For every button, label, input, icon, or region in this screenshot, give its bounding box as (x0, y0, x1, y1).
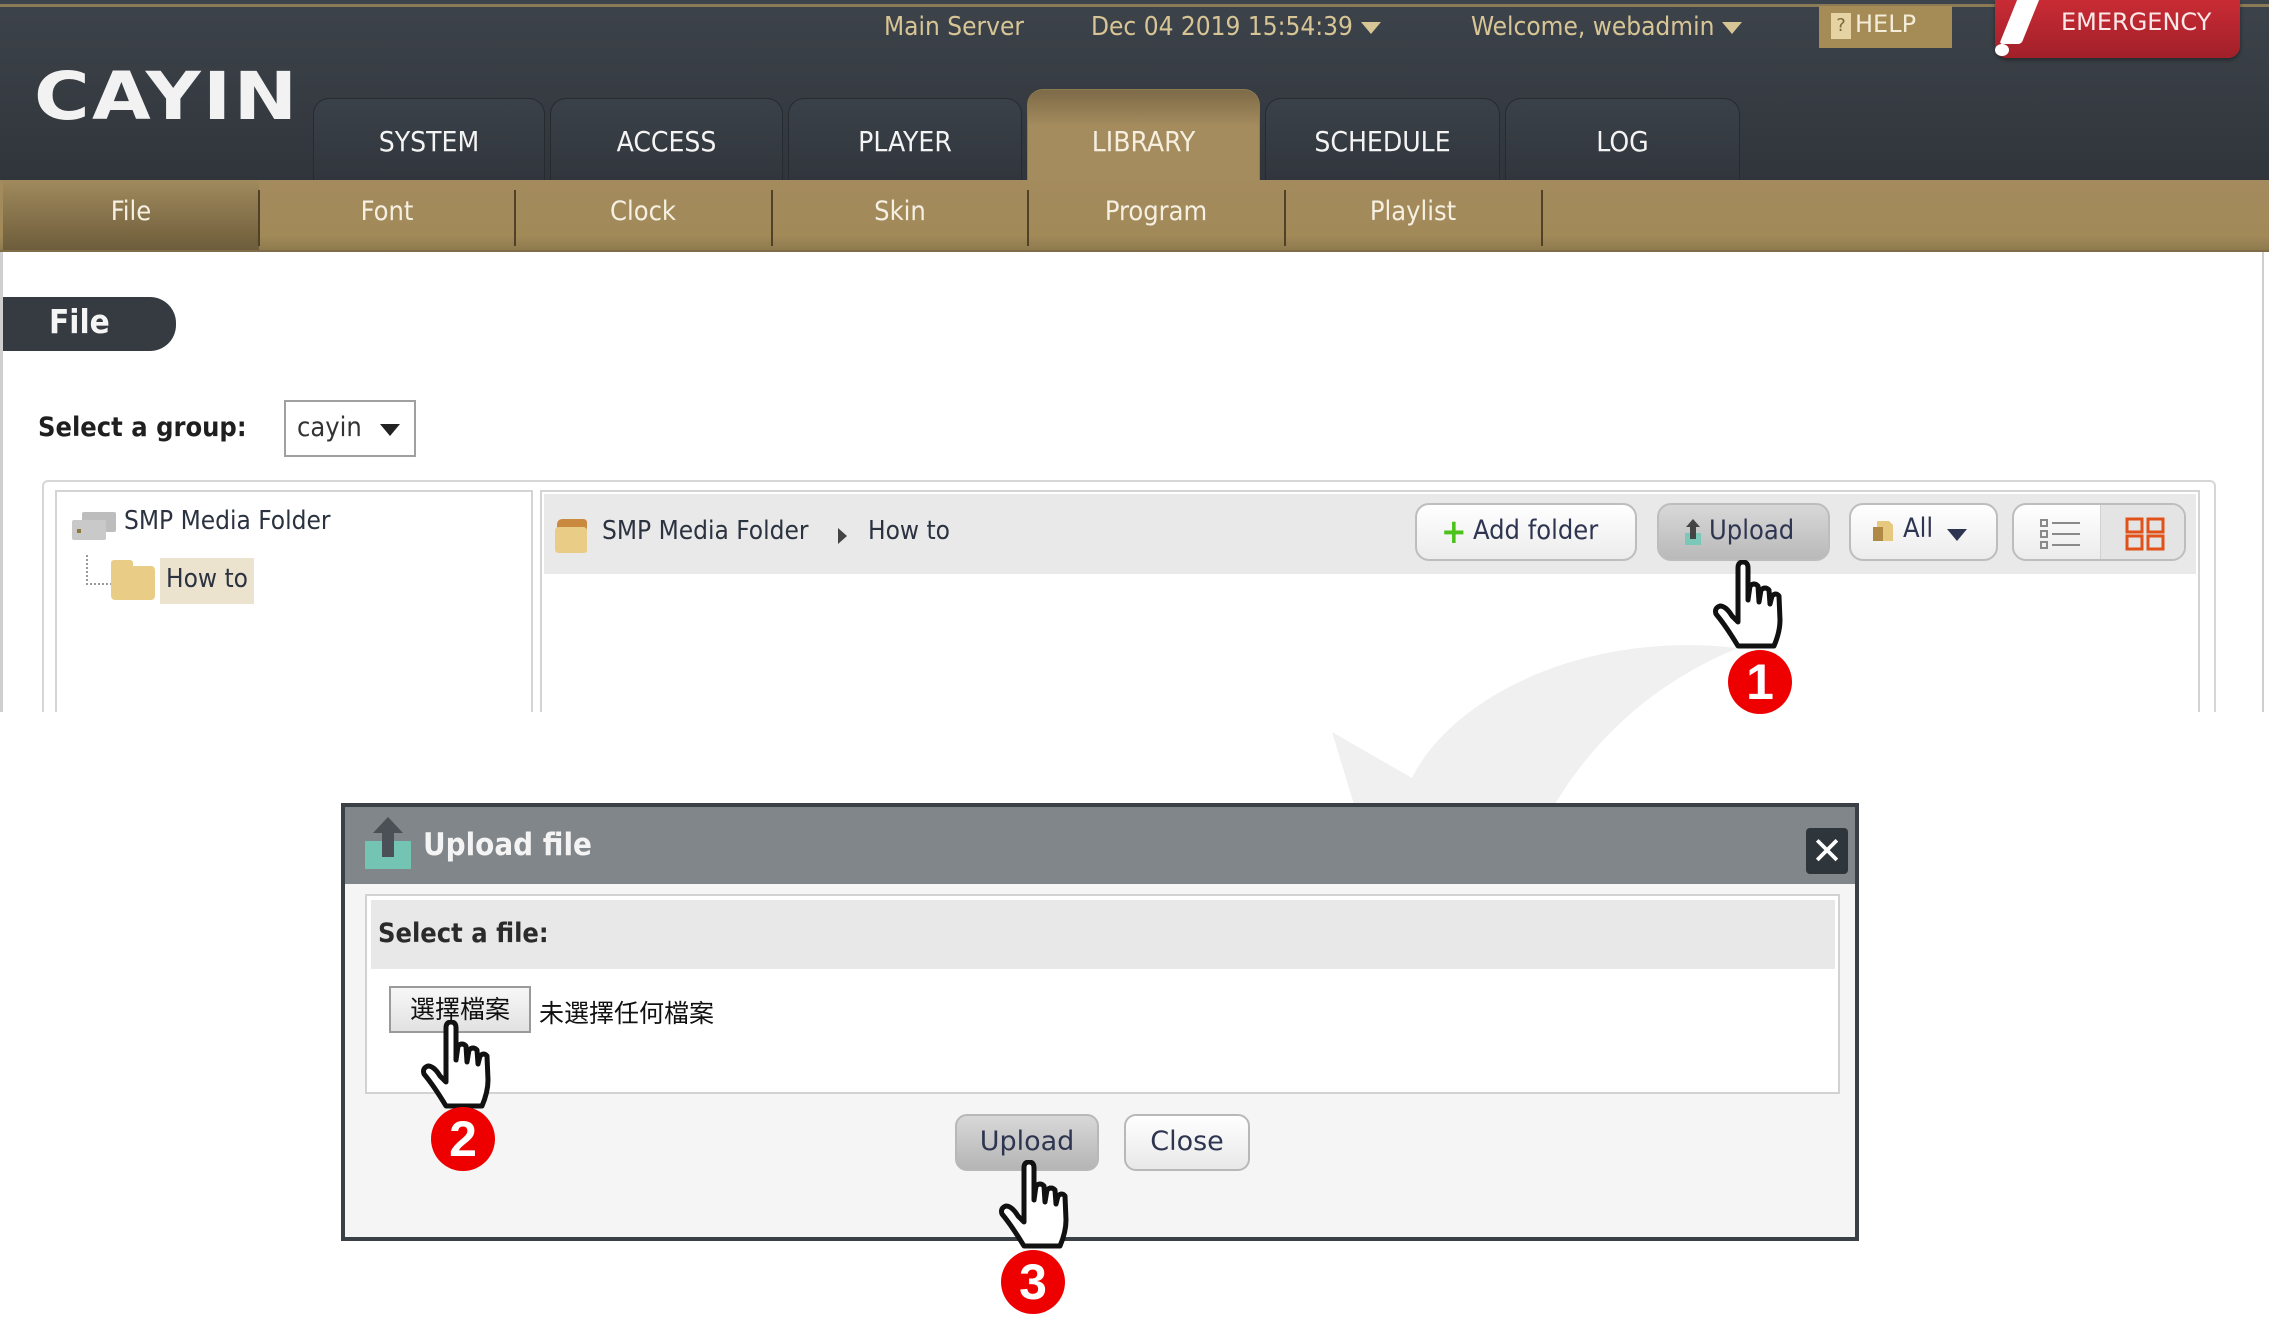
chevron-down-icon (1722, 21, 1743, 34)
add-folder-label: Add folder (1473, 515, 1599, 546)
view-toggle (2012, 503, 2186, 561)
hand-pointer-icon (1713, 560, 1783, 649)
tab-system[interactable]: SYSTEM (313, 98, 545, 180)
no-file-chosen-text: 未選擇任何檔案 (539, 999, 715, 1028)
exclamation-dot-icon (1995, 44, 2009, 56)
select-file-label: Select a file: (378, 918, 549, 949)
tab-player[interactable]: PLAYER (788, 98, 1022, 180)
page-border (2262, 252, 2264, 712)
close-icon[interactable]: ✕ (1806, 828, 1848, 874)
subtab-clock[interactable]: Clock (515, 180, 771, 250)
subtab-file[interactable]: File (3, 180, 259, 250)
subtab-font[interactable]: Font (259, 180, 515, 250)
grid-view-icon (2125, 517, 2165, 551)
chevron-down-icon (1360, 21, 1381, 34)
folder-icon (111, 560, 155, 600)
group-value: cayin (297, 412, 362, 443)
chevron-down-icon (380, 424, 400, 436)
datetime-text: Dec 04 2019 15:54:39 (1091, 12, 1353, 42)
tab-schedule[interactable]: SCHEDULE (1265, 98, 1500, 180)
group-label: Select a group: (38, 412, 247, 443)
file-select-box: Select a file: 選擇檔案 未選擇任何檔案 (365, 894, 1840, 1094)
upload-label: Upload (1709, 515, 1795, 546)
step-marker-3: 3 (1001, 1250, 1065, 1314)
hand-pointer-icon (421, 1020, 491, 1109)
divider (1541, 190, 1543, 246)
subtab-playlist[interactable]: Playlist (1285, 180, 1541, 250)
sub-navigation: File Font Clock Skin Program Playlist (0, 180, 2269, 252)
user-menu[interactable]: Welcome, webadmin (1471, 12, 1743, 42)
tree-item-how-to[interactable]: How to (160, 558, 254, 604)
upload-file-dialog: Upload file ✕ Select a file: 選擇檔案 未選擇任何檔… (341, 803, 1859, 1241)
file-label-band: Select a file: (371, 900, 1835, 969)
step-marker-1: 1 (1728, 650, 1792, 714)
upload-icon (365, 817, 411, 869)
datetime-dropdown[interactable]: Dec 04 2019 15:54:39 (1091, 12, 1381, 42)
cayin-logo: CAYIN (34, 58, 300, 135)
step-marker-2: 2 (431, 1107, 495, 1171)
welcome-text: Welcome, webadmin (1471, 12, 1715, 42)
file-type-icon (1873, 521, 1893, 541)
add-folder-button[interactable]: + Add folder (1415, 503, 1637, 561)
upload-button[interactable]: Upload (1657, 503, 1830, 561)
breadcrumb-root[interactable]: SMP Media Folder (602, 516, 808, 546)
tab-access[interactable]: ACCESS (550, 98, 783, 180)
tab-log[interactable]: LOG (1505, 98, 1740, 180)
tab-library[interactable]: LIBRARY (1027, 89, 1260, 180)
dialog-close-button[interactable]: Close (1124, 1114, 1250, 1171)
filter-dropdown[interactable]: All (1849, 503, 1998, 561)
list-view-button[interactable] (2014, 505, 2100, 559)
tree-root-label: SMP Media Folder (124, 506, 331, 536)
chevron-down-icon (1947, 529, 1967, 541)
exclamation-icon (1999, 0, 2041, 44)
plus-icon: + (1441, 512, 1467, 552)
subtab-program[interactable]: Program (1028, 180, 1284, 250)
tree-connector (86, 555, 112, 585)
list-view-icon (2040, 519, 2080, 549)
breadcrumb-current: How to (868, 516, 950, 546)
filter-label: All (1903, 513, 1934, 544)
upload-icon (1685, 519, 1701, 545)
help-icon: ? (1831, 13, 1851, 39)
dialog-title: Upload file (423, 827, 592, 863)
emergency-button[interactable]: EMERGENCY (1995, 0, 2240, 58)
help-label: HELP (1855, 10, 1917, 38)
help-button[interactable]: ? HELP (1819, 6, 1952, 48)
group-select[interactable]: cayin (284, 400, 416, 457)
breadcrumb-separator-icon (838, 528, 847, 544)
hand-pointer-icon (999, 1160, 1069, 1249)
server-folder-icon (72, 512, 116, 540)
dialog-body: Select a file: 選擇檔案 未選擇任何檔案 Upload Close (345, 884, 1855, 1237)
page-title: File (3, 297, 176, 351)
grid-view-button[interactable] (2101, 505, 2184, 559)
server-name: Main Server (884, 12, 1024, 42)
open-folder-icon (555, 519, 587, 553)
emergency-label: EMERGENCY (2061, 8, 2212, 36)
subtab-skin[interactable]: Skin (772, 180, 1028, 250)
